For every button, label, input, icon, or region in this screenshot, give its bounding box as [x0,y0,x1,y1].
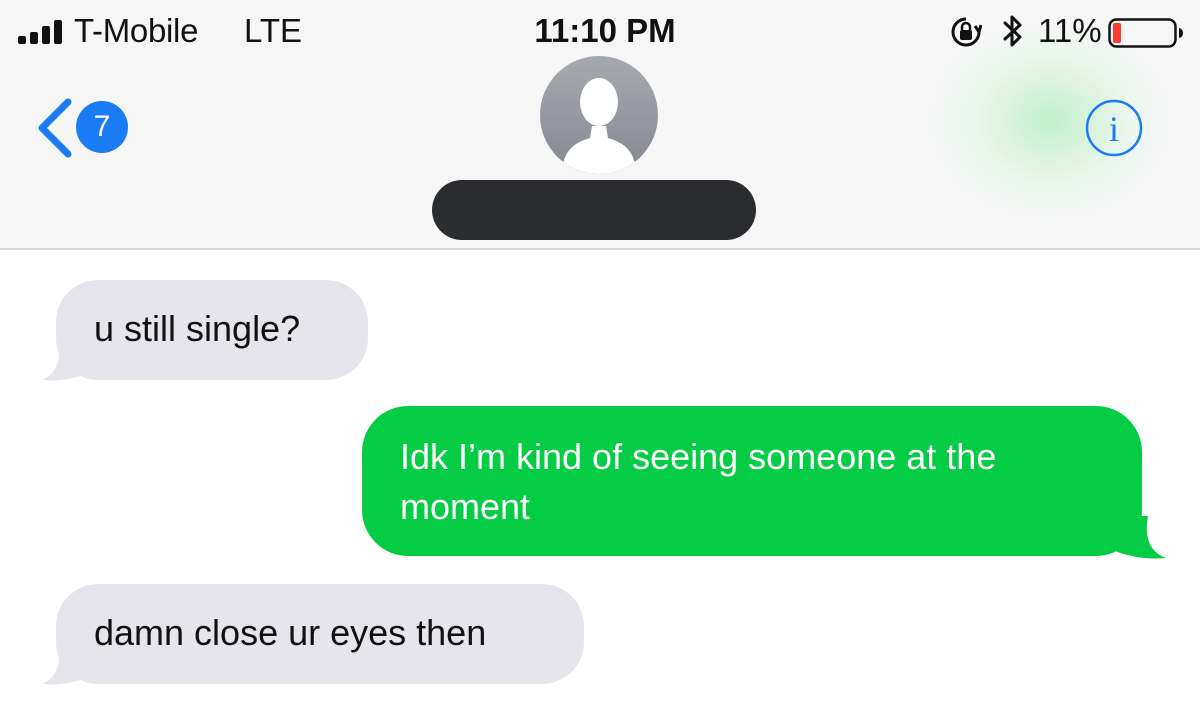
svg-text:i: i [1109,109,1119,149]
contact-name-redacted [432,180,756,240]
bluetooth-icon [1003,15,1022,47]
messages-screen: T-Mobile LTE 11:10 PM 11% 7 i u still si… [0,0,1200,725]
info-icon[interactable]: i [1084,98,1144,158]
message-bubble-outgoing: Idk I’m kind of seeing someone at the mo… [362,406,1142,556]
battery-percent: 11% [1038,12,1102,49]
bubble-tail [42,644,94,685]
message-bubble-incoming: u still single? [56,280,368,380]
person-silhouette-icon[interactable] [540,56,658,174]
bubble-tail [1108,516,1166,559]
bubble-tail [42,340,94,381]
rotation-lock-icon [951,17,982,47]
chevron-left-icon[interactable] [34,98,74,158]
conversation-header: T-Mobile LTE 11:10 PM 11% 7 i [0,0,1200,250]
unread-count-badge[interactable]: 7 [76,101,128,153]
message-bubble-incoming: damn close ur eyes then [56,584,584,684]
battery-low-icon [1108,18,1183,48]
status-bar: T-Mobile LTE 11:10 PM 11% [0,0,1200,62]
